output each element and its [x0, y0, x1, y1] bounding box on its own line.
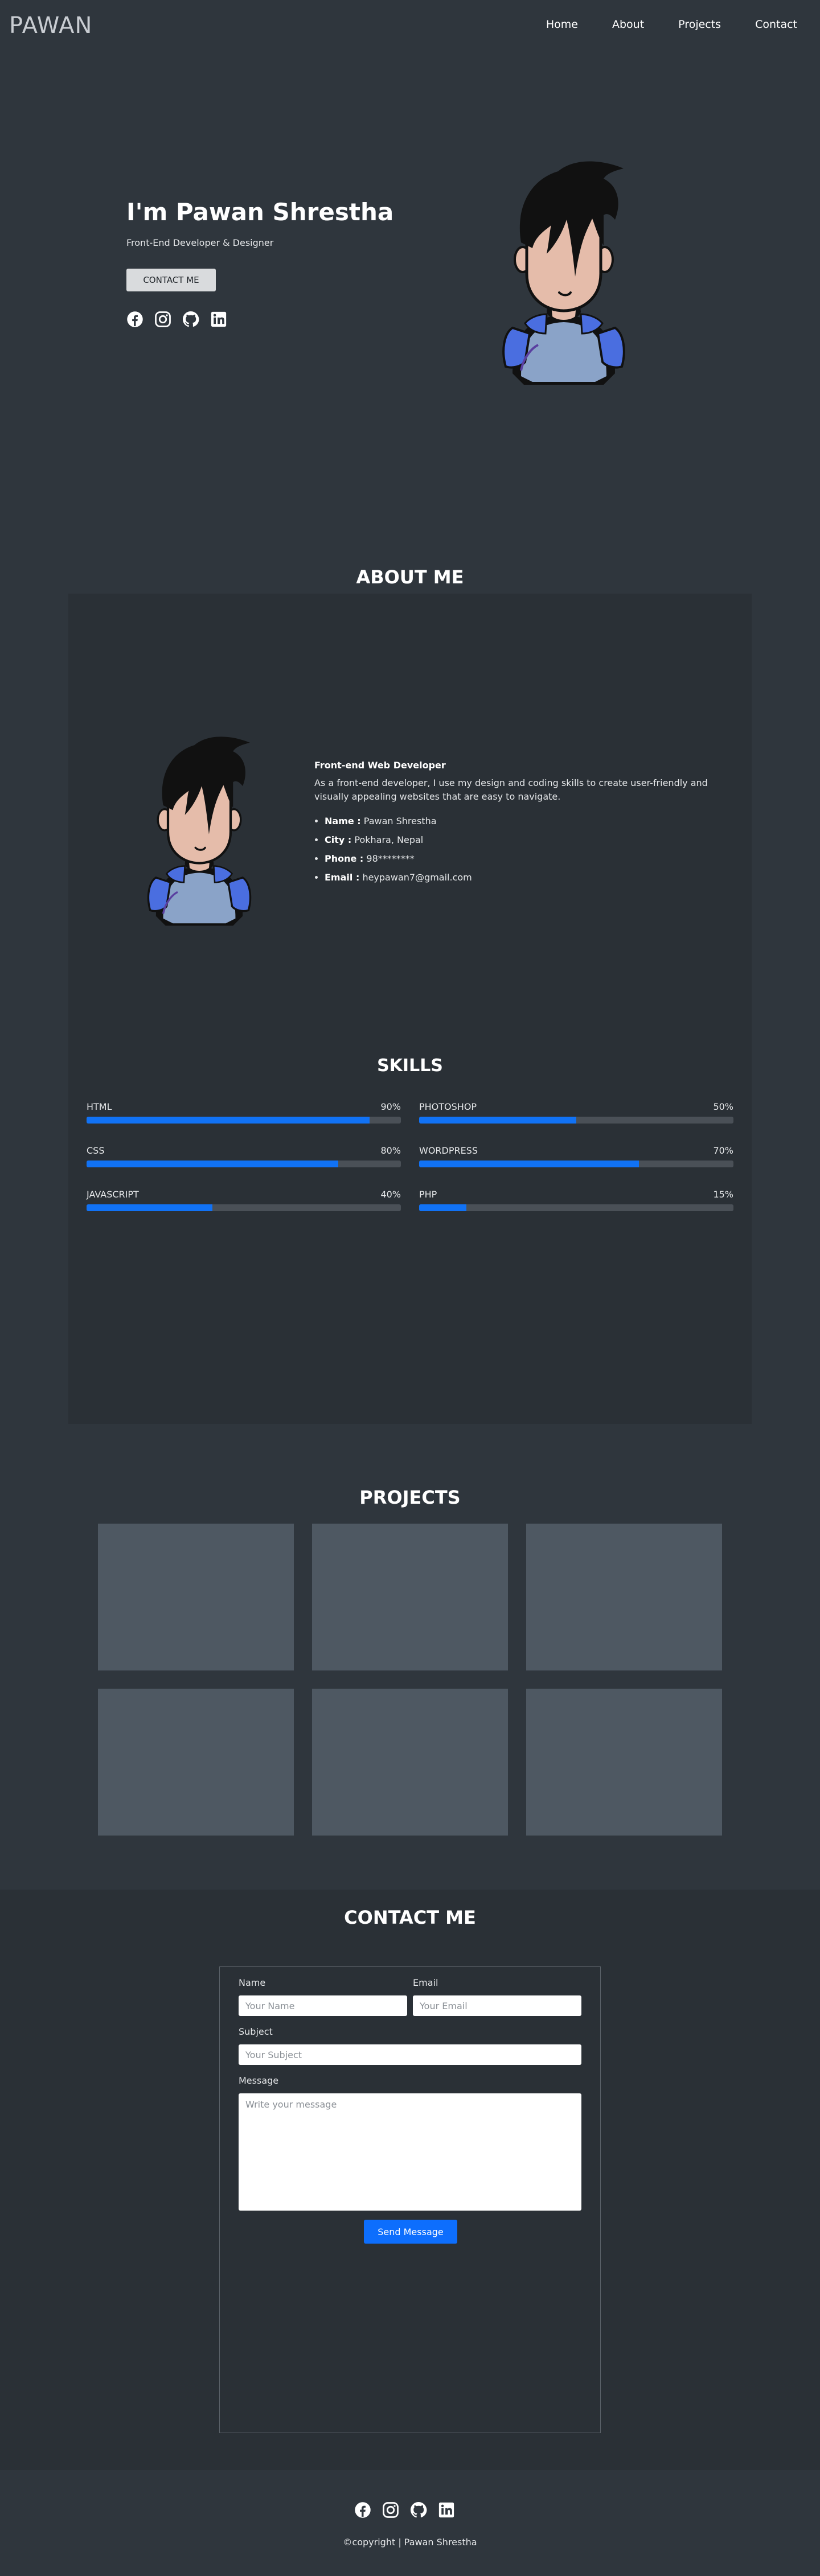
nav-link-projects[interactable]: Projects: [678, 18, 721, 31]
hero-avatar-illustration: [502, 161, 625, 385]
skill-progress-bar: [419, 1161, 733, 1167]
top-navbar: PAWAN Home About Projects Contact: [0, 0, 820, 51]
hero-title: I'm Pawan Shrestha: [126, 198, 394, 226]
project-card[interactable]: [312, 1524, 508, 1670]
skill-progress-fill: [419, 1161, 639, 1167]
detail-name: Name : Pawan Shrestha: [325, 812, 713, 830]
skills-title: SKILLS: [377, 1056, 443, 1076]
about-description: As a front-end developer, I use my desig…: [314, 777, 708, 802]
skill-name: PHOTOSHOP: [419, 1101, 477, 1112]
instagram-icon[interactable]: [382, 2501, 399, 2519]
skill-percent: 80%: [380, 1145, 401, 1156]
skill-percent: 50%: [713, 1101, 733, 1112]
skill-progress-bar: [419, 1204, 733, 1211]
about-title: ABOUT ME: [356, 566, 464, 588]
message-textarea[interactable]: [239, 2093, 581, 2211]
linkedin-icon[interactable]: [210, 311, 227, 328]
nav-link-home[interactable]: Home: [546, 18, 578, 31]
nav-links: Home About Projects Contact: [546, 18, 797, 31]
skill-name: JAVASCRIPT: [87, 1189, 139, 1200]
skill-row: WORDPRESS 70%: [419, 1145, 733, 1156]
skill-item: PHP 15%: [419, 1189, 733, 1211]
skill-percent: 15%: [713, 1189, 733, 1200]
contact-title: CONTACT ME: [344, 1907, 476, 1928]
about-heading: Front-end Web Developer: [314, 760, 446, 771]
detail-phone: Phone : 98********: [325, 849, 713, 868]
facebook-icon[interactable]: [354, 2501, 371, 2519]
skill-item: PHOTOSHOP 50%: [419, 1101, 733, 1124]
about-avatar-illustration: [147, 736, 252, 926]
skill-percent: 90%: [380, 1101, 401, 1112]
skill-percent: 70%: [713, 1145, 733, 1156]
github-icon[interactable]: [182, 311, 199, 328]
copyright-text: ©copyright | Pawan Shrestha: [343, 2537, 477, 2548]
nav-link-about[interactable]: About: [612, 18, 644, 31]
subject-input[interactable]: [239, 2044, 581, 2065]
skill-row: PHP 15%: [419, 1189, 733, 1200]
skill-name: HTML: [87, 1101, 112, 1112]
contact-me-button[interactable]: CONTACT ME: [126, 269, 216, 291]
contact-form: Name Email Subject Message Send Message: [219, 1966, 601, 2433]
skill-progress-fill: [87, 1161, 338, 1167]
projects-grid: [98, 1524, 722, 1836]
about-section: Front-end Web Developer As a front-end d…: [68, 594, 752, 1424]
send-message-button[interactable]: Send Message: [364, 2220, 457, 2244]
site-logo[interactable]: PAWAN: [9, 13, 92, 39]
hero-subtitle: Front-End Developer & Designer: [126, 237, 274, 248]
skill-row: PHOTOSHOP 50%: [419, 1101, 733, 1112]
skill-progress-bar: [419, 1117, 733, 1124]
skill-name: CSS: [87, 1145, 105, 1156]
about-text: Front-end Web Developer As a front-end d…: [314, 760, 713, 887]
skill-progress-fill: [87, 1204, 212, 1211]
footer-social-links: [354, 2501, 455, 2519]
about-details-list: Name : Pawan Shrestha City : Pokhara, Ne…: [314, 812, 713, 887]
skill-progress-fill: [419, 1117, 576, 1124]
skill-item: HTML 90%: [87, 1101, 401, 1124]
skill-percent: 40%: [380, 1189, 401, 1200]
skill-progress-bar: [87, 1161, 401, 1167]
skill-item: CSS 80%: [87, 1145, 401, 1167]
project-card[interactable]: [312, 1689, 508, 1836]
nav-link-contact[interactable]: Contact: [755, 18, 797, 31]
skill-name: PHP: [419, 1189, 437, 1200]
skill-progress-fill: [87, 1117, 370, 1124]
project-card[interactable]: [526, 1524, 722, 1670]
skill-item: WORDPRESS 70%: [419, 1145, 733, 1167]
skill-row: HTML 90%: [87, 1101, 401, 1112]
name-input[interactable]: [239, 1995, 407, 2016]
skill-row: CSS 80%: [87, 1145, 401, 1156]
project-card[interactable]: [98, 1689, 294, 1836]
skill-row: JAVASCRIPT 40%: [87, 1189, 401, 1200]
subject-label: Subject: [239, 2026, 273, 2037]
project-card[interactable]: [526, 1689, 722, 1836]
skill-progress-fill: [419, 1204, 466, 1211]
linkedin-icon[interactable]: [438, 2501, 455, 2519]
facebook-icon[interactable]: [126, 311, 144, 328]
project-card[interactable]: [98, 1524, 294, 1670]
footer: ©copyright | Pawan Shrestha: [0, 2470, 820, 2576]
detail-city: City : Pokhara, Nepal: [325, 830, 713, 849]
instagram-icon[interactable]: [154, 311, 171, 328]
skill-progress-bar: [87, 1117, 401, 1124]
detail-email: Email : heypawan7@gmail.com: [325, 868, 713, 887]
skill-name: WORDPRESS: [419, 1145, 478, 1156]
message-label: Message: [239, 2075, 279, 2086]
github-icon[interactable]: [410, 2501, 427, 2519]
projects-title: PROJECTS: [359, 1487, 461, 1508]
hero-social-links: [126, 311, 227, 328]
email-input[interactable]: [413, 1995, 581, 2016]
skill-progress-bar: [87, 1204, 401, 1211]
skill-item: JAVASCRIPT 40%: [87, 1189, 401, 1211]
name-label: Name: [239, 1977, 266, 1988]
skills-grid: HTML 90% PHOTOSHOP 50% CSS 80% WORDPRESS 70% JAV…: [87, 1101, 733, 1211]
email-label: Email: [413, 1977, 438, 1988]
